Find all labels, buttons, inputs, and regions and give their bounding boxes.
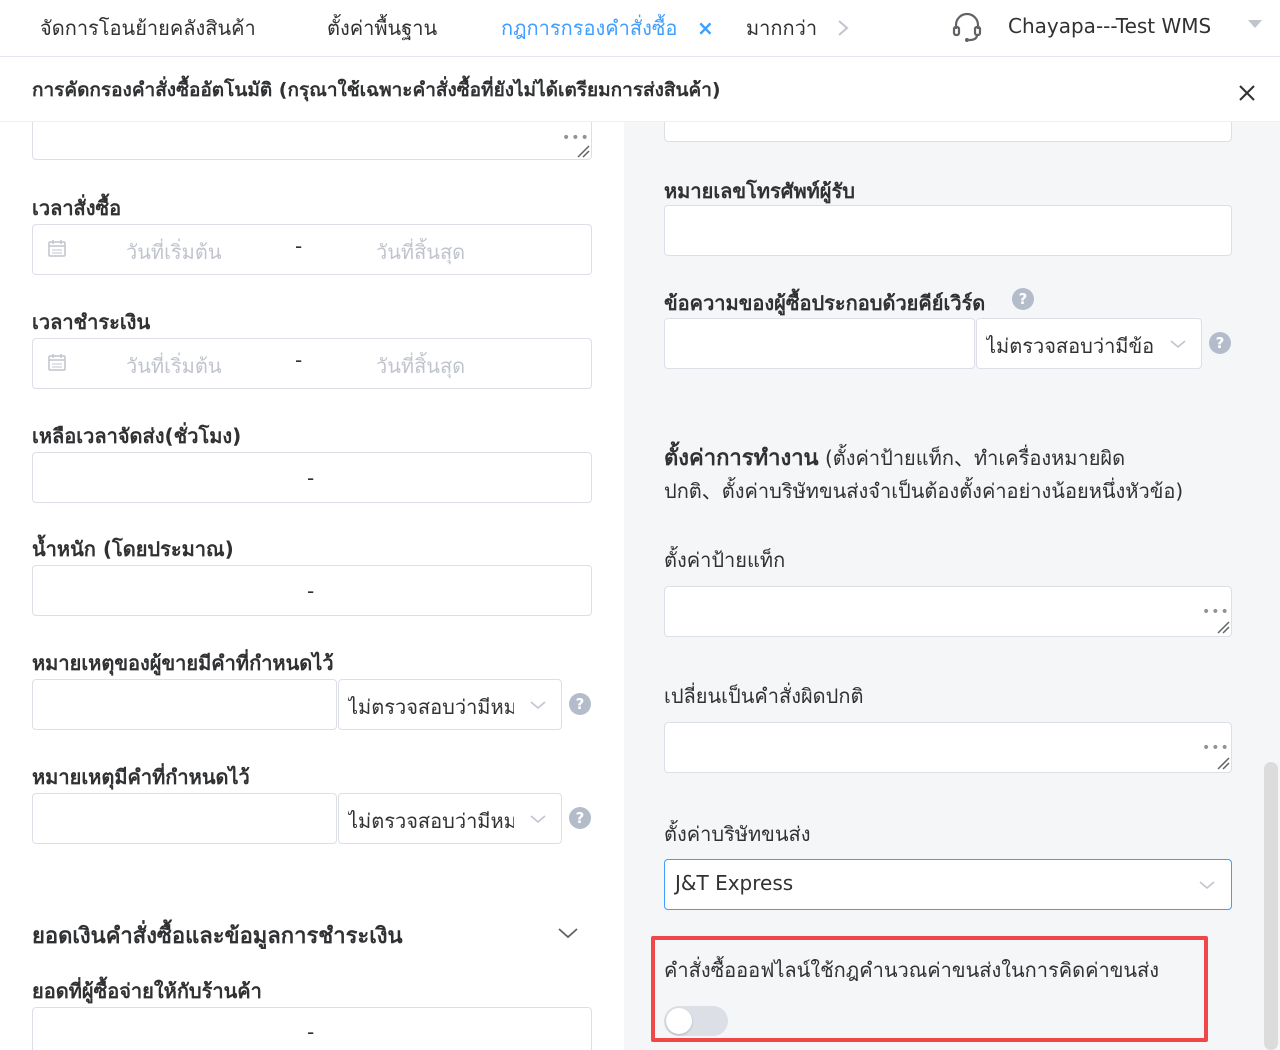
- tab-warehouse-transfer[interactable]: จัดการโอนย้ายคลังสินค้า: [40, 0, 256, 57]
- receiver-phone-label: หมายเลขโทรศัพท์ผู้รับ: [664, 179, 855, 203]
- caret-down-icon[interactable]: [1248, 20, 1262, 28]
- tab-basic-settings[interactable]: ตั้งค่าพื้นฐาน: [327, 0, 437, 57]
- pay-time-end[interactable]: วันที่สิ้นสุด: [376, 350, 465, 382]
- buyer-paid-label: ยอดที่ผู้ซื้อจ่ายให้กับร้านค้า: [32, 979, 262, 1003]
- help-icon[interactable]: ?: [1209, 332, 1231, 354]
- more-dots-icon: •••: [1202, 604, 1230, 620]
- dialog-title: การคัดกรองคำสั่งซื้ออัตโนมัติ (กรุณาใช้เ…: [32, 79, 721, 101]
- calendar-icon: [48, 354, 66, 371]
- seller-note-select-value: ไม่ตรวจสอบว่ามีหมายเหตุ: [348, 695, 514, 719]
- range-separator: -: [295, 348, 303, 372]
- remaining-time-label: เหลือเวลาจัดส่ง(ชั่วโมง): [32, 424, 242, 448]
- left-panel: ••• เวลาสั่งซื้อ วันที่เริ่มต้น - วันที่…: [0, 122, 624, 1050]
- toggle-knob: [666, 1008, 692, 1034]
- tab-close-icon[interactable]: ×: [697, 0, 714, 57]
- pay-time-range[interactable]: [32, 338, 592, 389]
- note-select-value: ไม่ตรวจสอบว่ามีหมายเหตุ: [348, 809, 514, 833]
- headset-icon[interactable]: [950, 10, 984, 44]
- weight-label: น้ำหนัก (โดยประมาณ): [32, 537, 234, 561]
- user-name[interactable]: Chayapa---Test WMS: [1008, 0, 1211, 52]
- dialog-header: การคัดกรองคำสั่งซื้ออัตโนมัติ (กรุณาใช้เ…: [0, 58, 1280, 122]
- resize-handle-icon[interactable]: [1216, 756, 1230, 770]
- note-input[interactable]: [32, 793, 337, 844]
- tab-order-filter-rules[interactable]: กฎการกรองคำสั่งซื้อ: [501, 0, 677, 57]
- offline-shipping-rule-toggle[interactable]: [664, 1006, 728, 1036]
- help-icon[interactable]: ?: [1012, 288, 1034, 310]
- close-icon[interactable]: [1236, 82, 1258, 104]
- operation-settings-description: ตั้งค่าการทำงาน (ตั้งค่าป้ายแท็ก、ทำเครื่…: [664, 442, 1244, 507]
- pay-time-start[interactable]: วันที่เริ่มต้น: [126, 350, 222, 382]
- chevron-down-icon[interactable]: [557, 926, 579, 940]
- top-nav: จัดการโอนย้ายคลังสินค้า ตั้งค่าพื้นฐาน ก…: [0, 0, 1280, 57]
- buyer-message-input[interactable]: [664, 318, 975, 369]
- more-dots-icon: •••: [1202, 740, 1230, 756]
- help-icon[interactable]: ?: [569, 807, 591, 829]
- help-icon[interactable]: ?: [569, 693, 591, 715]
- tag-setting-input[interactable]: [664, 586, 1232, 637]
- tab-more[interactable]: มากกว่า: [746, 0, 817, 57]
- operation-settings-note-line1: (ตั้งค่าป้ายแท็ก、ทำเครื่องหมายผิด: [824, 446, 1126, 470]
- note-label: หมายเหตุมีคำที่กำหนดไว้: [32, 765, 250, 789]
- highlight-box: [651, 936, 1208, 1042]
- textarea-top[interactable]: [32, 122, 592, 160]
- range-separator: -: [307, 579, 315, 603]
- seller-note-input[interactable]: [32, 679, 337, 730]
- tag-setting-label: ตั้งค่าป้ายแท็ก: [664, 548, 786, 572]
- range-separator: -: [307, 1020, 315, 1044]
- seller-note-label: หมายเหตุของผู้ขายมีคำที่กำหนดไว้: [32, 651, 334, 675]
- carrier-setting-label: ตั้งค่าบริษัทขนส่ง: [664, 822, 811, 846]
- receiver-phone-input[interactable]: [664, 205, 1232, 256]
- range-separator: -: [307, 466, 315, 490]
- chevron-down-icon: [1199, 881, 1215, 890]
- pay-time-label: เวลาชำระเงิน: [32, 310, 151, 334]
- input-top[interactable]: [664, 122, 1232, 142]
- chevron-down-icon: [530, 701, 546, 710]
- buyer-message-label: ข้อความของผู้ซื้อประกอบด้วยคีย์เวิร์ด: [664, 291, 986, 315]
- right-panel: หมายเลขโทรศัพท์ผู้รับ ข้อความของผู้ซื้อป…: [624, 122, 1280, 1050]
- resize-handle-icon[interactable]: [576, 144, 590, 158]
- abnormal-order-label: เปลี่ยนเป็นคำสั่งผิดปกติ: [664, 684, 864, 708]
- carrier-select-value: J&T Express: [675, 871, 794, 895]
- order-time-range[interactable]: [32, 224, 592, 275]
- order-time-end[interactable]: วันที่สิ้นสุด: [376, 236, 465, 268]
- abnormal-order-input[interactable]: [664, 722, 1232, 773]
- chevron-right-icon[interactable]: [836, 18, 850, 38]
- operation-settings-title: ตั้งค่าการทำงาน: [664, 446, 819, 471]
- buyer-message-select-value: ไม่ตรวจสอบว่ามีข้อความ: [986, 334, 1154, 358]
- scrollbar[interactable]: [1264, 762, 1278, 1050]
- section-payment-title[interactable]: ยอดเงินคำสั่งซื้อและข้อมูลการชำระเงิน: [32, 918, 403, 953]
- calendar-icon: [48, 240, 66, 257]
- chevron-down-icon: [530, 815, 546, 824]
- range-separator: -: [295, 234, 303, 258]
- order-time-start[interactable]: วันที่เริ่มต้น: [126, 236, 222, 268]
- order-time-label: เวลาสั่งซื้อ: [32, 196, 122, 220]
- resize-handle-icon[interactable]: [1216, 620, 1230, 634]
- chevron-down-icon: [1170, 340, 1186, 349]
- operation-settings-note-line2: ปกติ、ตั้งค่าบริษัทขนส่งจำเป็นต้องตั้งค่า…: [664, 479, 1184, 503]
